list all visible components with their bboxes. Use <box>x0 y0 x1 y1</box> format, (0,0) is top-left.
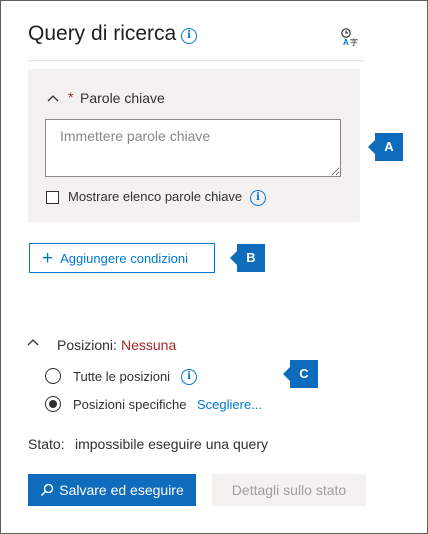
info-icon[interactable]: i <box>181 28 197 44</box>
page-title: Query di ricerca <box>28 22 177 45</box>
translate-icon[interactable]: A 字 <box>340 27 360 47</box>
search-icon <box>41 483 54 497</box>
status-details-button: Dettagli sullo stato <box>212 474 366 506</box>
callout-a: A <box>368 133 403 161</box>
chevron-up-icon[interactable] <box>47 94 59 102</box>
info-icon[interactable]: i <box>250 190 266 206</box>
plus-icon: + <box>42 247 54 269</box>
status-label: Stato: <box>28 436 65 452</box>
required-marker: * <box>68 89 74 105</box>
status-details-label: Dettagli sullo stato <box>231 482 347 498</box>
keywords-input[interactable] <box>45 119 341 177</box>
locations-value: Nessuna <box>121 337 177 353</box>
show-keyword-list-label: Mostrare elenco parole chiave <box>68 189 243 204</box>
add-conditions-button[interactable]: + Aggiungere condizioni <box>29 243 215 273</box>
svg-text:字: 字 <box>350 37 358 47</box>
chevron-up-icon[interactable] <box>27 338 39 346</box>
radio-all-locations[interactable] <box>45 368 61 384</box>
status-value: impossibile eseguire una query <box>75 436 268 452</box>
save-and-run-button[interactable]: Salvare ed eseguire <box>28 474 196 506</box>
keywords-label: Parole chiave <box>80 90 165 106</box>
svg-text:A: A <box>343 38 349 47</box>
all-locations-label: Tutte le posizioni <box>73 369 171 384</box>
save-and-run-label: Salvare ed eseguire <box>59 482 184 498</box>
callout-b: B <box>230 244 265 272</box>
show-keyword-list-checkbox[interactable] <box>46 191 59 204</box>
add-conditions-label: Aggiungere condizioni <box>60 250 189 266</box>
locations-label: Posizioni: <box>57 337 117 353</box>
title-divider <box>28 60 364 61</box>
specific-locations-label: Posizioni specifiche <box>73 397 187 412</box>
info-icon[interactable]: i <box>181 369 197 385</box>
radio-specific-locations[interactable] <box>45 396 61 412</box>
choose-locations-link[interactable]: Scegliere... <box>197 397 262 412</box>
callout-c: C <box>283 360 318 388</box>
radio-selected-dot <box>49 400 57 408</box>
